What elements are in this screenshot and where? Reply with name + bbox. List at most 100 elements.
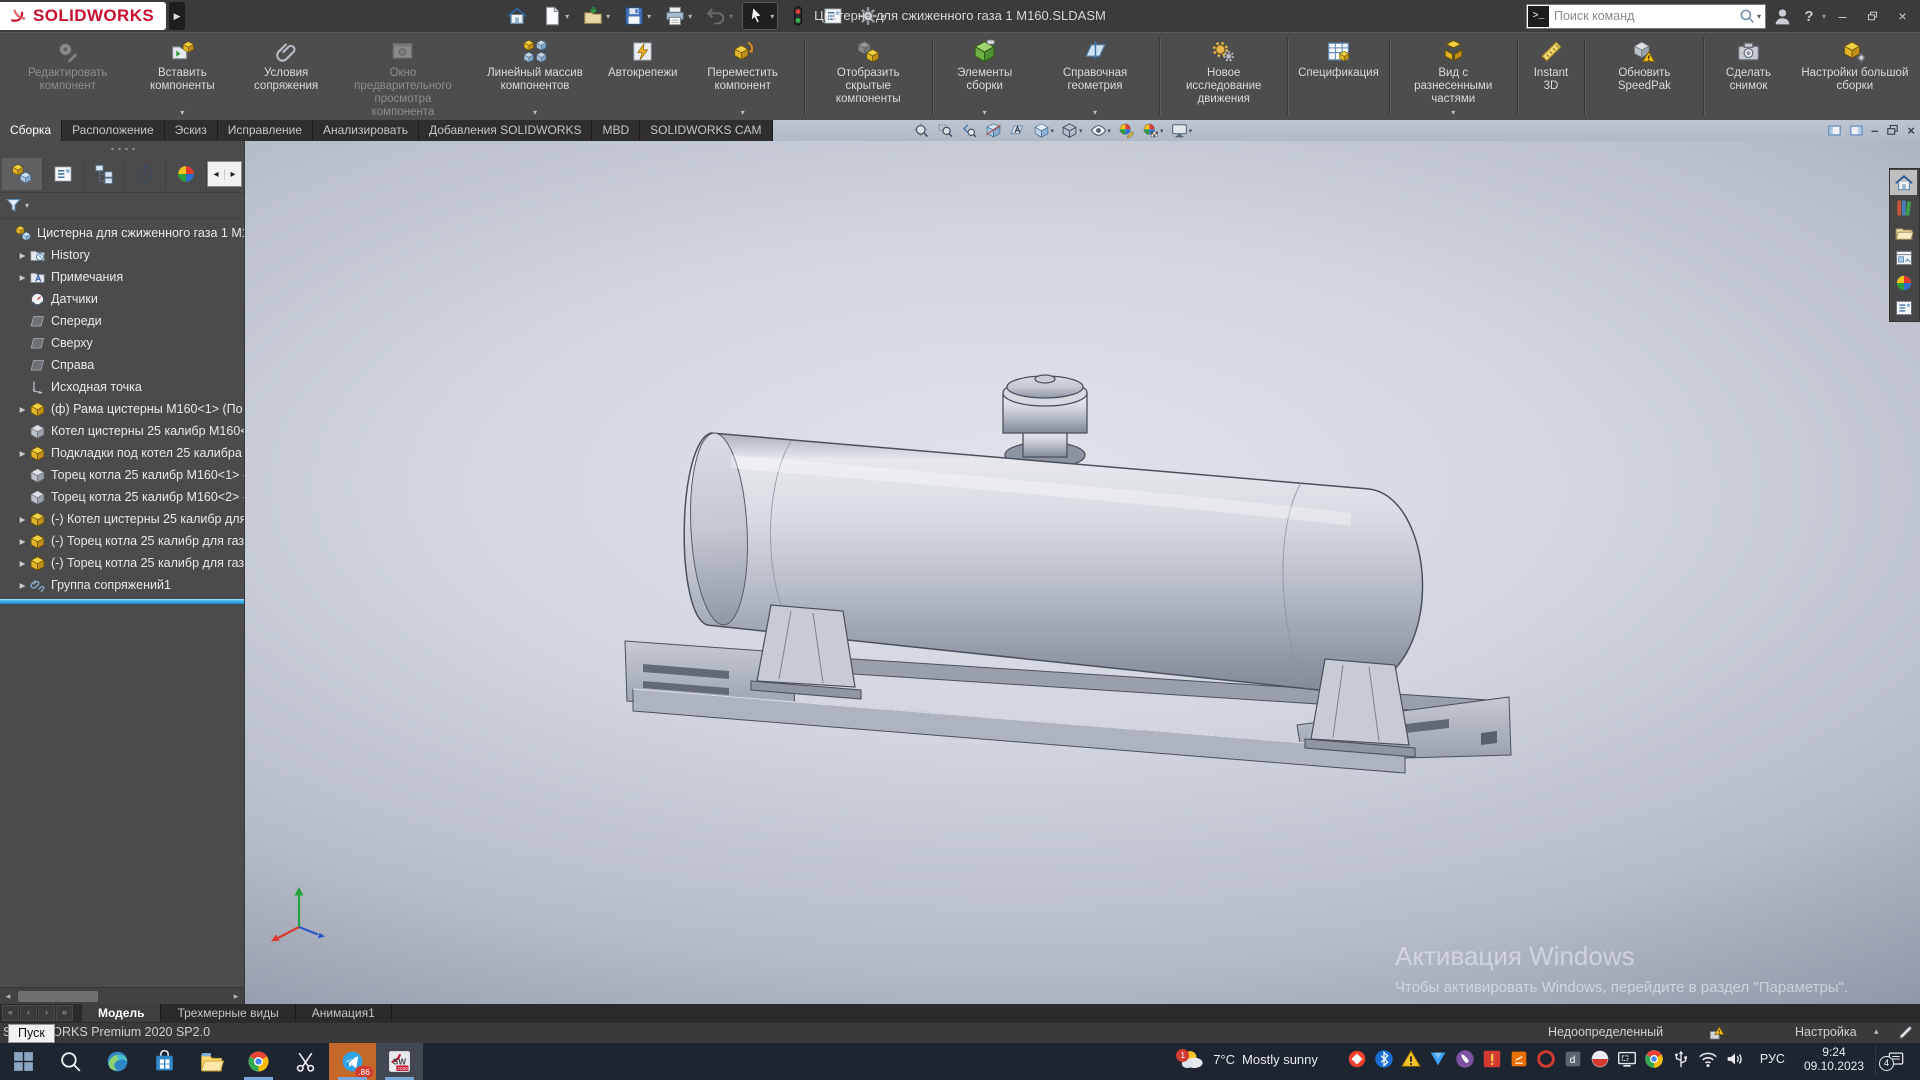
display-style-button[interactable]: ▾ bbox=[1061, 122, 1083, 139]
volume-icon[interactable] bbox=[1724, 1048, 1746, 1070]
language-indicator[interactable]: РУС bbox=[1752, 1052, 1793, 1066]
tree-horizontal-scrollbar[interactable]: ◂ ▸ bbox=[0, 987, 244, 1004]
dropdown-caret-icon[interactable]: ▾ bbox=[770, 12, 774, 21]
tab-scroll-left-icon[interactable]: ◂ bbox=[208, 169, 224, 180]
java-icon[interactable] bbox=[1508, 1048, 1530, 1070]
configuration-selector[interactable]: Настройка bbox=[1795, 1025, 1857, 1039]
panel-grip[interactable] bbox=[0, 141, 244, 156]
tab-animation[interactable]: Анимация1 bbox=[296, 1004, 392, 1022]
anydesk-icon[interactable] bbox=[1346, 1048, 1368, 1070]
weather-widget[interactable]: 1 7°C Mostly sunny bbox=[1170, 1046, 1327, 1073]
restore-button[interactable] bbox=[1859, 4, 1886, 28]
dimxpertmanager-tab[interactable] bbox=[125, 158, 166, 190]
appearances-button[interactable] bbox=[1890, 270, 1917, 295]
selection-toggle-button[interactable] bbox=[784, 3, 812, 29]
propertymanager-tab[interactable] bbox=[43, 158, 84, 190]
graphics-area[interactable]: Активация Windows Чтобы активировать Win… bbox=[245, 141, 1920, 1004]
configuration-caret-icon[interactable]: ▴ bbox=[1874, 1026, 1879, 1037]
tab-sketch[interactable]: Эскиз bbox=[165, 120, 218, 141]
start-button[interactable] bbox=[0, 1043, 47, 1080]
next-tab-button[interactable]: › bbox=[38, 1005, 55, 1021]
new-doc-button[interactable]: ▾ bbox=[538, 3, 572, 29]
open-button[interactable]: ▾ bbox=[579, 3, 613, 29]
tree-item-13[interactable]: ▶(-) Котел цистерны 25 калибр для г bbox=[0, 508, 244, 530]
print-button[interactable]: ▾ bbox=[661, 3, 695, 29]
configurationmanager-tab[interactable] bbox=[84, 158, 125, 190]
ribbon-linear-pattern-button[interactable]: Линейный массив компонентов▾ bbox=[469, 33, 601, 120]
telegram-button[interactable]: .86 bbox=[329, 1043, 376, 1080]
expand-arrow-icon[interactable]: ▶ bbox=[16, 405, 29, 414]
featuremanager-tab[interactable] bbox=[2, 158, 43, 190]
expand-arrow-icon[interactable]: ▶ bbox=[16, 537, 29, 546]
home-button[interactable] bbox=[503, 3, 531, 29]
edge-button[interactable] bbox=[94, 1043, 141, 1080]
red-app-icon[interactable] bbox=[1589, 1048, 1611, 1070]
doc-minimize-button[interactable]: – bbox=[1871, 120, 1878, 141]
expand-arrow-icon[interactable]: ▶ bbox=[16, 559, 29, 568]
prev-tab-button[interactable]: ‹ bbox=[20, 1005, 37, 1021]
rebuild-warning-icon[interactable] bbox=[1708, 1024, 1726, 1042]
ribbon-speedpak-button[interactable]: Обновить SpeedPak bbox=[1588, 33, 1700, 120]
alert-cube-icon[interactable] bbox=[1481, 1048, 1503, 1070]
dropdown-caret-icon[interactable]: ▾ bbox=[647, 12, 651, 21]
tab-3d-views[interactable]: Трехмерные виды bbox=[161, 1004, 295, 1022]
opera-icon[interactable] bbox=[1535, 1048, 1557, 1070]
wifi-icon[interactable] bbox=[1697, 1048, 1719, 1070]
scroll-left-icon[interactable]: ◂ bbox=[0, 991, 16, 1002]
doc-close-button[interactable]: × bbox=[1907, 120, 1915, 141]
first-tab-button[interactable]: « bbox=[2, 1005, 19, 1021]
search-dropdown-icon[interactable]: ▾ bbox=[1757, 12, 1761, 21]
ribbon-show-hidden-button[interactable]: Отобразить скрытые компоненты bbox=[808, 33, 929, 120]
edit-appearance-button[interactable] bbox=[1118, 122, 1135, 139]
select-cursor-button[interactable]: ▾ bbox=[743, 3, 777, 29]
dropdown-caret-icon[interactable]: ▾ bbox=[881, 12, 885, 21]
taskbar-search-button[interactable] bbox=[47, 1043, 94, 1080]
vpn-icon[interactable] bbox=[1427, 1048, 1449, 1070]
tree-item-7[interactable]: Исходная точка bbox=[0, 376, 244, 398]
ribbon-insert-component-button[interactable]: Вставить компоненты▾ bbox=[129, 33, 235, 120]
ribbon-smart-fasteners-button[interactable]: Автокрепежи bbox=[601, 33, 685, 120]
tree-item-9[interactable]: Котел цистерны 25 калибр М160<1 bbox=[0, 420, 244, 442]
design-library-button[interactable] bbox=[1890, 195, 1917, 220]
expand-arrow-icon[interactable]: ▶ bbox=[16, 273, 29, 282]
gray-app-icon[interactable]: d bbox=[1562, 1048, 1584, 1070]
tree-item-16[interactable]: ▶Группа сопряжений1 bbox=[0, 574, 244, 596]
ribbon-instant3d-button[interactable]: Instant 3D bbox=[1521, 33, 1582, 120]
store-button[interactable] bbox=[141, 1043, 188, 1080]
apply-scene-button[interactable]: ▾ bbox=[1142, 122, 1164, 139]
zoom-to-area-button[interactable] bbox=[937, 122, 954, 139]
file-explorer-task-button[interactable] bbox=[188, 1043, 235, 1080]
help-icon[interactable]: ? bbox=[1799, 8, 1819, 25]
tab-assembly[interactable]: Сборка bbox=[0, 120, 62, 141]
scroll-right-icon[interactable]: ▸ bbox=[228, 991, 244, 1002]
doc-restore-button[interactable] bbox=[1885, 123, 1900, 138]
pane-preview-icon[interactable] bbox=[1827, 123, 1842, 138]
usb-icon[interactable] bbox=[1670, 1048, 1692, 1070]
tree-item-8[interactable]: ▶(ф) Рама цистерны М160<1> (По у bbox=[0, 398, 244, 420]
tab-mbd[interactable]: MBD bbox=[592, 120, 640, 141]
ribbon-large-assembly-button[interactable]: Настройки большой сборки bbox=[1790, 33, 1920, 120]
ribbon-motion-study-button[interactable]: Новое исследование движения bbox=[1163, 33, 1284, 120]
dropdown-caret-icon[interactable]: ▾ bbox=[1079, 127, 1083, 135]
pane-split-icon[interactable] bbox=[1849, 123, 1864, 138]
dropdown-caret-icon[interactable]: ▾ bbox=[1108, 127, 1112, 135]
minimize-button[interactable]: – bbox=[1829, 4, 1856, 28]
solidworks-2020-button[interactable]: SW2020 bbox=[376, 1043, 423, 1080]
ribbon-snapshot-button[interactable]: Сделать снимок bbox=[1707, 33, 1789, 120]
rollback-bar[interactable] bbox=[0, 599, 244, 604]
chrome-tray-icon[interactable] bbox=[1643, 1048, 1665, 1070]
annotation-view-button[interactable] bbox=[1009, 122, 1026, 139]
section-view-button[interactable] bbox=[985, 122, 1002, 139]
dropdown-caret-icon[interactable]: ▾ bbox=[1189, 127, 1193, 135]
tree-item-1[interactable]: ▶History bbox=[0, 244, 244, 266]
view-settings-button[interactable]: ▾ bbox=[1171, 122, 1193, 139]
tree-item-15[interactable]: ▶(-) Торец котла 25 калибр для газа bbox=[0, 552, 244, 574]
expand-arrow-icon[interactable]: ▶ bbox=[16, 251, 29, 260]
previous-view-button[interactable] bbox=[961, 122, 978, 139]
filter-dropdown-icon[interactable]: ▾ bbox=[25, 201, 29, 210]
view-palette-button[interactable] bbox=[1890, 245, 1917, 270]
tree-item-14[interactable]: ▶(-) Торец котла 25 калибр для газа bbox=[0, 530, 244, 552]
home-pane-button[interactable] bbox=[1890, 170, 1917, 195]
displaymanager-tab[interactable] bbox=[166, 158, 207, 190]
warning-icon[interactable] bbox=[1400, 1048, 1422, 1070]
